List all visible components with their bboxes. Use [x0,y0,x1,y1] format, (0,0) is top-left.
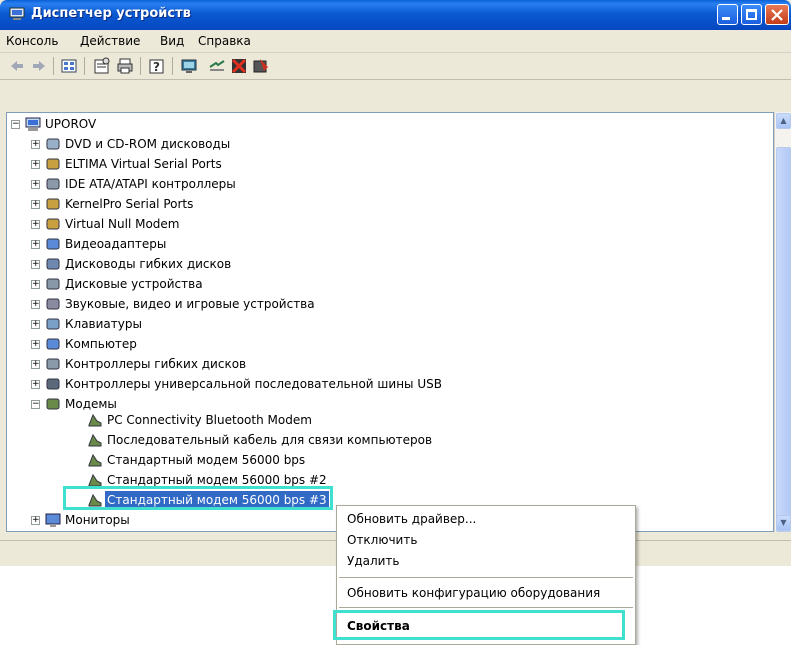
scroll-down-icon[interactable]: ▼ [776,515,791,531]
port-icon [46,158,60,170]
tree-category-label: Дисководы гибких дисков [65,257,232,271]
disk-drive-icon [46,278,60,290]
tree-root-label: UPOROV [45,117,97,131]
help-icon[interactable]: ? [148,57,166,75]
tree-category-label: Мониторы [65,513,130,527]
menu-help[interactable]: Справка [198,34,251,48]
toolbar-separator [84,57,85,75]
tree-category-label: Дисковые устройства [65,277,203,291]
vertical-scrollbar[interactable]: ▲ ▼ [774,112,791,532]
ctx-disable[interactable]: Отключить [347,533,417,547]
maximize-icon [746,9,757,20]
tree-category-label: Звуковые, видео и игровые устройства [65,297,315,311]
ctx-scan-hardware[interactable]: Обновить конфигурацию оборудования [347,586,600,600]
port-icon [46,198,60,210]
device-manager-icon [9,7,25,20]
expand-icon[interactable]: + [31,220,40,229]
forward-arrow-icon[interactable] [30,57,48,75]
tree-category-label: Видеоадаптеры [65,237,167,251]
window-title: Диспетчер устройств [31,6,191,21]
view-icon[interactable] [60,57,78,75]
ctx-properties[interactable]: Свойства [347,619,410,633]
expand-icon[interactable]: + [31,516,40,525]
toolbar-separator [172,57,173,75]
disable-device-icon[interactable] [230,57,248,75]
expand-icon[interactable]: + [31,240,40,249]
modem-icon [88,453,102,467]
expand-icon[interactable]: + [31,340,40,349]
expand-icon[interactable]: + [31,140,40,149]
maximize-button[interactable] [741,4,762,25]
expand-icon[interactable]: + [31,360,40,369]
minimize-icon [722,17,730,20]
device-manager-window: Диспетчер устройств Консоль Действие Вид… [0,0,791,566]
tree-category-label: Контроллеры гибких дисков [65,357,247,371]
collapse-icon[interactable]: − [11,120,20,129]
dvd-icon [46,138,60,150]
minimize-button[interactable] [717,4,738,25]
ide-controller-icon [46,178,60,190]
svg-text:?: ? [153,60,160,74]
tree-category-label: Клавиатуры [65,317,142,331]
expand-icon[interactable]: + [31,280,40,289]
tree-category-label: KernelPro Serial Ports [65,197,194,211]
title-bar[interactable]: Диспетчер устройств [0,0,791,30]
ctx-uninstall[interactable]: Удалить [347,554,400,568]
tree-device-label: Последовательный кабель для связи компью… [107,433,433,447]
scroll-thumb[interactable] [776,147,791,532]
collapse-icon[interactable]: − [31,400,40,409]
context-menu: Обновить драйвер... Отключить Удалить Об… [333,505,636,645]
scan-hardware-icon[interactable] [180,57,198,75]
uninstall-device-icon[interactable] [252,57,270,75]
tree-category-label: Контроллеры универсальной последовательн… [65,377,442,391]
usb-icon [46,378,60,390]
menu-console[interactable]: Консоль [6,34,58,48]
display-adapter-icon [46,238,60,250]
menu-bar: Консоль Действие Вид Справка [0,30,791,53]
menu-action[interactable]: Действие [80,34,140,48]
scroll-up-icon[interactable]: ▲ [776,113,791,129]
tree-category-label: IDE ATA/ATAPI контроллеры [65,177,236,191]
device-tree: − UPOROV + DVD и CD-ROM дисководы + ELTIMA … [6,112,774,532]
keyboard-icon [46,318,60,330]
tree-device-label: PC Connectivity Bluetooth Modem [107,413,312,427]
tree-category-label: ELTIMA Virtual Serial Ports [65,157,222,171]
expand-icon[interactable]: + [31,160,40,169]
expand-icon[interactable]: + [31,300,40,309]
modem-icon [88,413,102,427]
computer-icon [25,117,41,131]
monitor-icon [45,513,61,527]
expand-icon[interactable]: + [31,200,40,209]
modem-icon [46,398,60,410]
menu-view[interactable]: Вид [160,34,184,48]
expand-icon[interactable]: + [31,320,40,329]
expand-icon[interactable]: + [31,260,40,269]
ctx-update-driver[interactable]: Обновить драйвер... [347,512,476,526]
tree-device-label: Стандартный модем 56000 bps [107,453,306,467]
toolbar-separator [140,57,141,75]
modem-icon [88,433,102,447]
close-icon [771,9,783,21]
expand-icon[interactable]: + [31,380,40,389]
properties-icon[interactable] [93,57,111,75]
port-icon [46,218,60,230]
selection-highlight-box [63,486,333,510]
tree-category-label: DVD и CD-ROM дисководы [65,137,231,151]
floppy-drive-icon [46,258,60,270]
tree-category-label: Virtual Null Modem [65,217,180,231]
ctx-separator [339,577,633,578]
computer-icon [46,338,60,350]
sound-icon [46,298,60,310]
close-button[interactable] [765,4,789,25]
ctx-separator [339,607,633,608]
tree-category-label: Компьютер [65,337,137,351]
print-icon[interactable] [116,57,134,75]
floppy-controller-icon [46,358,60,370]
update-driver-icon[interactable] [208,57,226,75]
toolbar: ? [0,53,791,80]
back-arrow-icon[interactable] [8,57,26,75]
toolbar-separator [53,57,54,75]
expand-icon[interactable]: + [31,180,40,189]
